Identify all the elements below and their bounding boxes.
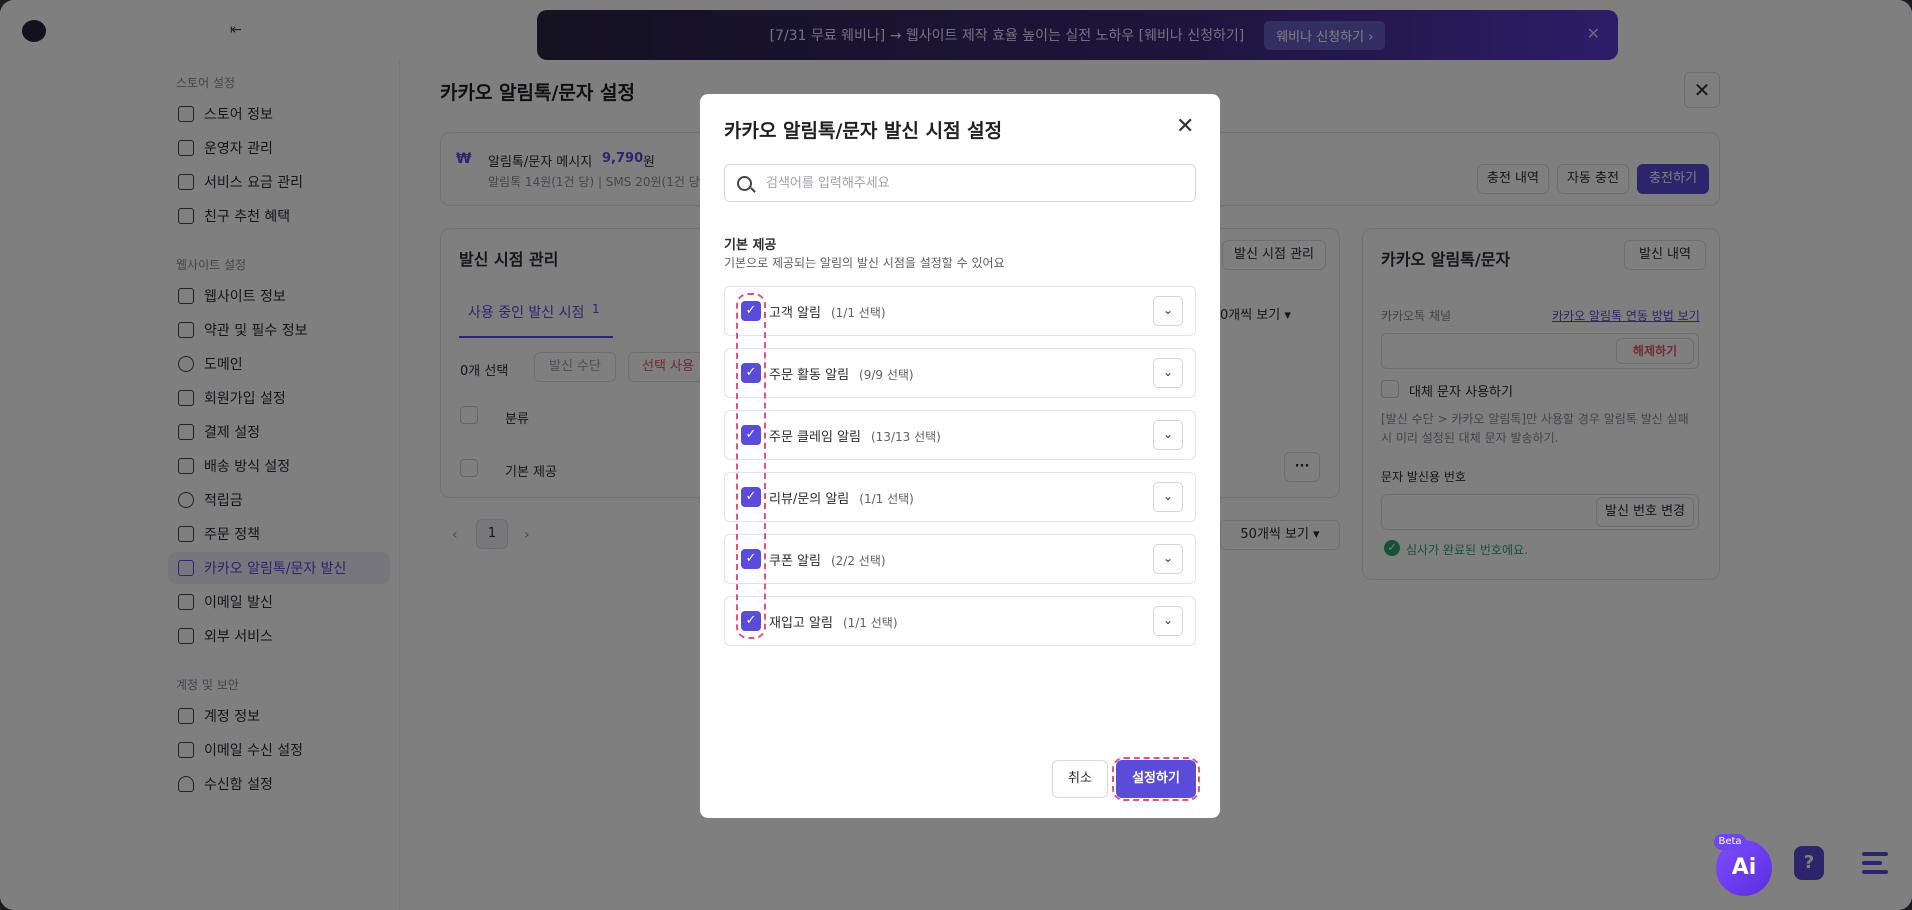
beta-badge: Beta — [1714, 834, 1746, 850]
chevron-down-icon[interactable]: ⌄ — [1153, 544, 1183, 574]
alert-group-customer[interactable]: ✓ 고객 알림 (1/1 선택) ⌄ — [724, 286, 1196, 336]
chevron-down-icon[interactable]: ⌄ — [1153, 358, 1183, 388]
alert-name: 주문 활동 알림 — [769, 368, 850, 383]
alert-name: 리뷰/문의 알림 — [769, 492, 850, 507]
checkbox-highlight — [736, 293, 766, 639]
alert-name: 쿠폰 알림 — [769, 554, 821, 569]
cancel-button[interactable]: 취소 — [1052, 760, 1108, 798]
alert-label: 쿠폰 알림 (2/2 선택) — [769, 550, 886, 569]
submit-highlight — [1112, 757, 1200, 801]
search-box[interactable] — [724, 164, 1196, 202]
alert-label: 주문 활동 알림 (9/9 선택) — [769, 364, 914, 383]
search-input[interactable] — [766, 175, 1166, 191]
alert-label: 고객 알림 (1/1 선택) — [769, 302, 886, 321]
alert-label: 리뷰/문의 알림 (1/1 선택) — [769, 488, 914, 507]
modal-title: 카카오 알림톡/문자 발신 시점 설정 — [724, 120, 1003, 142]
alert-group-restock[interactable]: ✓ 재입고 알림 (1/1 선택) ⌄ — [724, 596, 1196, 646]
alert-count: (1/1 선택) — [830, 306, 886, 320]
alert-group-coupon[interactable]: ✓ 쿠폰 알림 (2/2 선택) ⌄ — [724, 534, 1196, 584]
section-description: 기본으로 제공되는 알림의 발신 시점을 설정할 수 있어요 — [724, 256, 1005, 270]
chevron-down-icon[interactable]: ⌄ — [1153, 482, 1183, 512]
alert-count: (1/1 선택) — [842, 616, 898, 630]
alert-group-review[interactable]: ✓ 리뷰/문의 알림 (1/1 선택) ⌄ — [724, 472, 1196, 522]
alert-name: 고객 알림 — [769, 306, 821, 321]
alert-count: (13/13 선택) — [871, 430, 941, 444]
alert-label: 주문 클레임 알림 (13/13 선택) — [769, 426, 941, 445]
timing-settings-modal: 카카오 알림톡/문자 발신 시점 설정 ✕ 기본 제공 기본으로 제공되는 알림… — [700, 94, 1220, 818]
alert-count: (1/1 선택) — [859, 492, 914, 506]
section-title: 기본 제공 — [724, 238, 777, 253]
alert-name: 재입고 알림 — [769, 616, 833, 631]
chevron-down-icon[interactable]: ⌄ — [1153, 420, 1183, 450]
modal-close-icon[interactable]: ✕ — [1176, 114, 1194, 139]
alert-count: (9/9 선택) — [859, 368, 914, 382]
alert-group-claim[interactable]: ✓ 주문 클레임 알림 (13/13 선택) ⌄ — [724, 410, 1196, 460]
alert-name: 주문 클레임 알림 — [769, 430, 861, 445]
chevron-down-icon[interactable]: ⌄ — [1153, 296, 1183, 326]
chevron-down-icon[interactable]: ⌄ — [1153, 606, 1183, 636]
alert-label: 재입고 알림 (1/1 선택) — [769, 612, 898, 631]
search-icon — [737, 175, 752, 191]
alert-group-order[interactable]: ✓ 주문 활동 알림 (9/9 선택) ⌄ — [724, 348, 1196, 398]
alert-count: (2/2 선택) — [830, 554, 886, 568]
